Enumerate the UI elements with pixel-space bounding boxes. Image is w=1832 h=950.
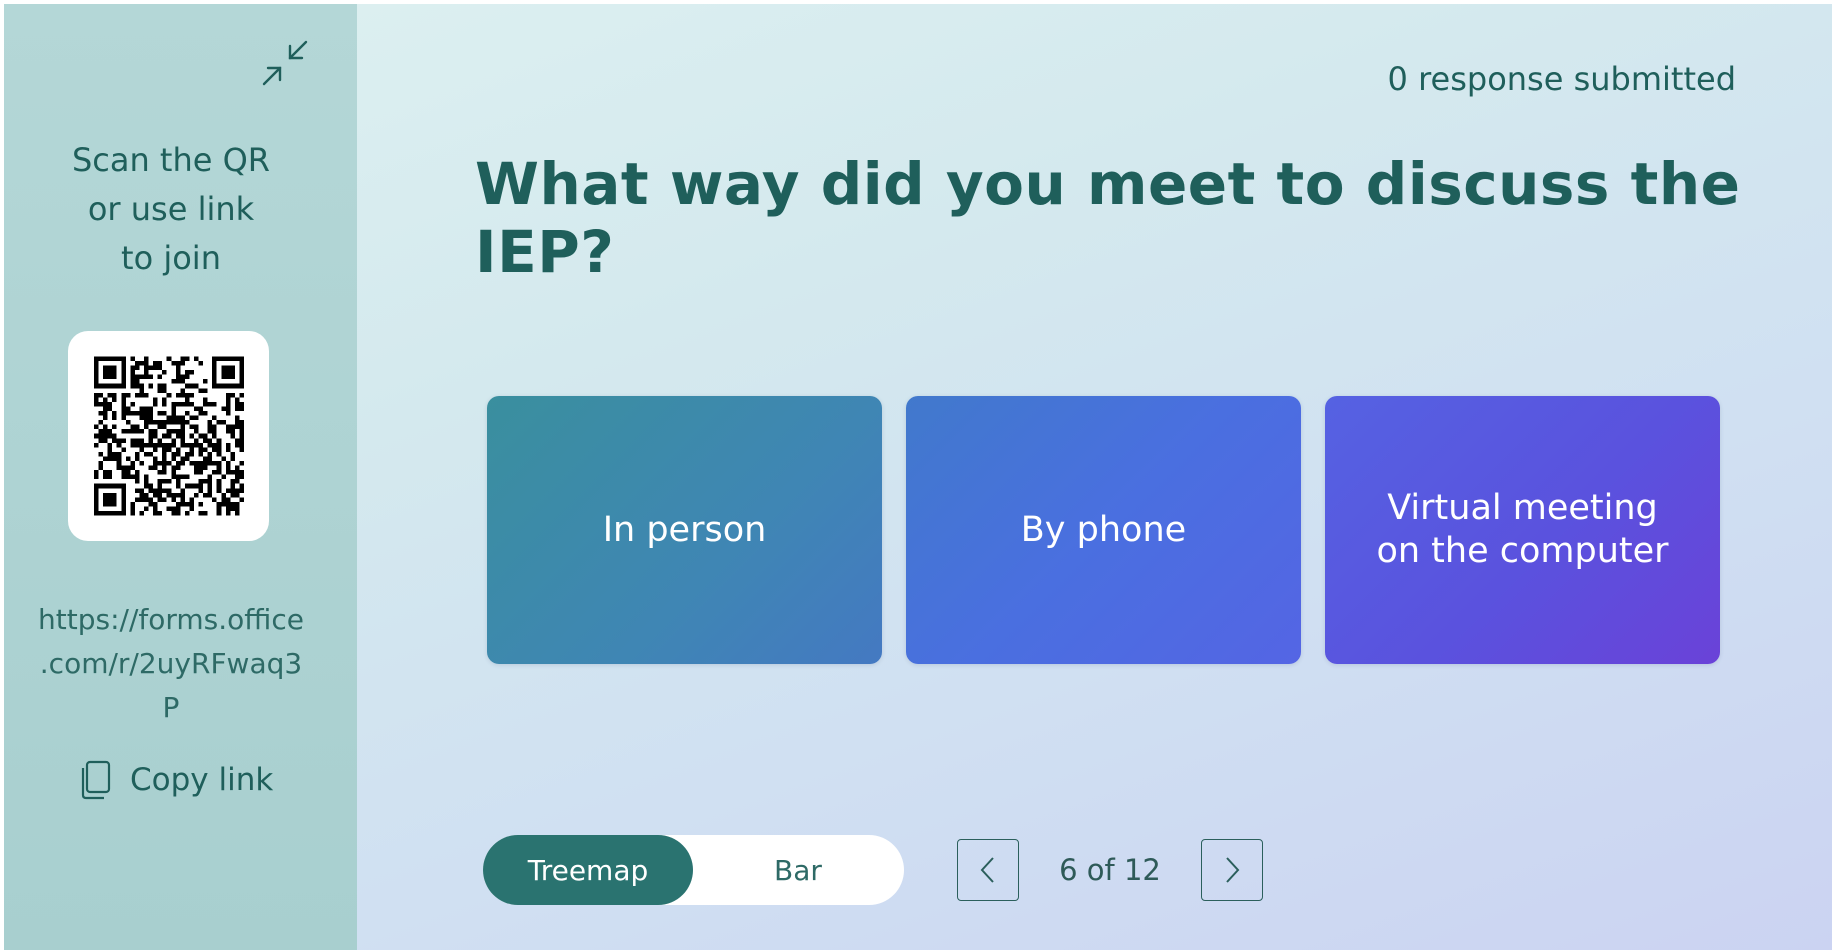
collapse-button[interactable] xyxy=(258,36,312,90)
chart-type-toggle: Treemap Bar xyxy=(483,835,904,905)
question-title: What way did you meet to discuss the IEP… xyxy=(475,150,1741,286)
results-panel: 0 response submitted What way did you me… xyxy=(357,4,1832,950)
question-pager: 6 of 12 xyxy=(957,839,1263,901)
next-question-button[interactable] xyxy=(1201,839,1263,901)
treemap-toggle[interactable]: Treemap xyxy=(483,835,693,905)
option-tile: Virtual meeting on the computer xyxy=(1325,396,1720,664)
chevron-left-icon xyxy=(980,857,994,883)
copy-link-label: Copy link xyxy=(130,762,274,798)
join-sidebar: Scan the QR or use link to join https://… xyxy=(4,4,357,950)
option-label: In person xyxy=(602,509,767,550)
copy-link-button[interactable]: Copy link xyxy=(78,756,273,804)
join-line: or use link xyxy=(87,190,255,228)
answer-options: In person By phone Virtual meeting on th… xyxy=(487,396,1720,664)
option-label: Virtual meeting on the computer xyxy=(1376,488,1669,571)
option-tile: In person xyxy=(487,396,882,664)
join-line: Scan the QR xyxy=(71,141,271,179)
qr-code-card xyxy=(68,331,269,541)
bar-toggle[interactable]: Bar xyxy=(693,835,903,905)
previous-question-button[interactable] xyxy=(957,839,1019,901)
copy-icon xyxy=(81,760,111,800)
option-label: By phone xyxy=(1020,509,1187,550)
join-link-text[interactable]: https://forms.office .com/r/2uyRFwaq3 P xyxy=(34,598,308,730)
chevron-right-icon xyxy=(1226,857,1240,883)
page-indicator: 6 of 12 xyxy=(1059,853,1161,887)
join-line: to join xyxy=(121,239,221,277)
option-tile: By phone xyxy=(906,396,1301,664)
app-window: Scan the QR or use link to join https://… xyxy=(4,4,1832,950)
response-count: 0 response submitted xyxy=(1387,60,1736,98)
qr-code-icon xyxy=(93,356,244,516)
collapse-arrows-icon xyxy=(262,40,308,86)
join-instructions: Scan the QR or use link to join xyxy=(4,136,338,283)
